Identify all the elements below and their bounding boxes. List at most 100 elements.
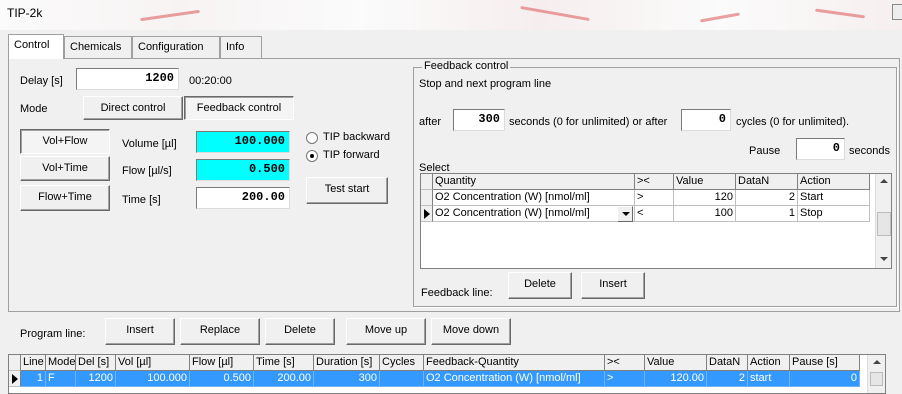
cell-pause[interactable]: 0: [790, 371, 860, 387]
header-flow[interactable]: Flow [µl]: [190, 355, 254, 371]
cell-del[interactable]: 1200: [76, 371, 116, 387]
program-line-label: Program line:: [20, 328, 86, 340]
cell-datan[interactable]: 1: [736, 206, 798, 222]
cycles-text: cycles (0 for unlimited).: [736, 116, 850, 128]
title-decoration: [520, 5, 590, 22]
program-row[interactable]: 1 F 1200 100.000 0.500 200.00 300 O2 Con…: [9, 371, 860, 387]
tab-chemicals[interactable]: Chemicals: [64, 36, 132, 58]
header-del[interactable]: Del [s]: [76, 355, 116, 371]
tab-configuration[interactable]: Configuration: [132, 36, 220, 58]
cell-quantity[interactable]: O2 Concentration (W) [nmol/ml]: [433, 206, 635, 222]
header-value[interactable]: Value: [674, 174, 736, 190]
cell-quantity[interactable]: O2 Concentration (W) [nmol/ml]: [433, 190, 635, 206]
flow-label: Flow [µl/s]: [122, 165, 172, 177]
cell-duration[interactable]: 300: [314, 371, 380, 387]
cell-op[interactable]: <: [635, 206, 674, 222]
feedback-grid[interactable]: Quantity >< Value DataN Action O2 Concen…: [420, 173, 892, 269]
feedback-control-button[interactable]: Feedback control: [184, 96, 294, 120]
delay-input[interactable]: 1200: [76, 68, 179, 90]
tab-info[interactable]: Info: [220, 36, 262, 58]
cell-op[interactable]: >: [605, 371, 645, 387]
test-start-button[interactable]: Test start: [306, 177, 388, 204]
feedback-line-label: Feedback line:: [421, 287, 493, 299]
tip-forward-radio[interactable]: [306, 150, 318, 162]
cell-flow[interactable]: 0.500: [190, 371, 254, 387]
cell-mode[interactable]: F: [46, 371, 76, 387]
feedback-scrollbar[interactable]: [875, 174, 891, 268]
header-op[interactable]: ><: [635, 174, 674, 190]
volume-input[interactable]: 100.000: [196, 131, 290, 153]
after-label: after: [419, 116, 442, 128]
cell-action[interactable]: Start: [798, 190, 870, 206]
header-action[interactable]: Action: [748, 355, 790, 371]
header-pause[interactable]: Pause [s]: [790, 355, 860, 371]
scroll-down-icon[interactable]: [880, 257, 888, 261]
header-value[interactable]: Value: [645, 355, 707, 371]
cell-vol[interactable]: 100.000: [116, 371, 190, 387]
scroll-up-icon[interactable]: [873, 360, 881, 364]
header-line[interactable]: Line: [21, 355, 46, 371]
window-title: TIP-2k: [7, 6, 43, 20]
title-decoration: [140, 9, 200, 22]
program-delete-button[interactable]: Delete: [265, 318, 335, 345]
seconds-text: seconds (0 for unlimited) or after: [509, 116, 668, 128]
cell-value[interactable]: 120.00: [645, 371, 707, 387]
seconds-input[interactable]: 300: [453, 109, 505, 131]
cell-cycles[interactable]: [380, 371, 424, 387]
cell-action[interactable]: Stop: [798, 206, 870, 222]
current-row-arrow-icon: [12, 374, 18, 384]
header-time[interactable]: Time [s]: [254, 355, 314, 371]
time-input[interactable]: 200.00: [196, 187, 290, 209]
feedback-delete-button[interactable]: Delete: [508, 272, 572, 299]
cell-value[interactable]: 100: [674, 206, 736, 222]
pause-input[interactable]: 0: [796, 138, 845, 160]
header-cycles[interactable]: Cycles: [380, 355, 424, 371]
cell-time[interactable]: 200.00: [254, 371, 314, 387]
header-duration[interactable]: Duration [s]: [314, 355, 380, 371]
program-grid[interactable]: Line Mode Del [s] Vol [µl] Flow [µl] Tim…: [8, 354, 886, 394]
flow-input[interactable]: 0.500: [196, 159, 290, 181]
header-action[interactable]: Action: [798, 174, 870, 190]
cell-value[interactable]: 120: [674, 190, 736, 206]
cell-action[interactable]: start: [748, 371, 790, 387]
cell-feedback-quantity[interactable]: O2 Concentration (W) [nmol/ml]: [424, 371, 605, 387]
volume-label: Volume [µl]: [122, 138, 177, 150]
header-op[interactable]: ><: [605, 355, 645, 371]
program-insert-button[interactable]: Insert: [105, 318, 175, 345]
move-up-button[interactable]: Move up: [346, 318, 426, 345]
direct-control-button[interactable]: Direct control: [83, 96, 183, 120]
pause-unit: seconds: [849, 145, 890, 157]
move-down-button[interactable]: Move down: [431, 318, 511, 345]
header-datan[interactable]: DataN: [736, 174, 798, 190]
window-button[interactable]: [892, 4, 902, 20]
title-decoration: [815, 8, 865, 19]
tab-control[interactable]: Control: [8, 34, 64, 59]
header-mode[interactable]: Mode: [46, 355, 76, 371]
cycles-input[interactable]: 0: [681, 109, 731, 131]
cell-line[interactable]: 1: [21, 371, 46, 387]
quantity-dropdown-icon[interactable]: [617, 206, 633, 222]
cell-datan[interactable]: 2: [707, 371, 748, 387]
scroll-up-icon[interactable]: [880, 179, 888, 183]
row-indicator: [9, 355, 21, 371]
header-feedback-quantity[interactable]: Feedback-Quantity: [424, 355, 605, 371]
program-replace-button[interactable]: Replace: [180, 318, 260, 345]
header-quantity[interactable]: Quantity: [433, 174, 635, 190]
vol-flow-button[interactable]: Vol+Flow: [20, 129, 110, 154]
time-label: Time [s]: [122, 194, 161, 206]
header-vol[interactable]: Vol [µl]: [116, 355, 190, 371]
cell-datan[interactable]: 2: [736, 190, 798, 206]
scroll-thumb[interactable]: [877, 212, 891, 236]
title-bar: [0, 0, 902, 30]
title-decoration: [700, 12, 740, 23]
cell-op[interactable]: >: [635, 190, 674, 206]
feedback-group-title: Feedback control: [422, 60, 511, 72]
flow-time-button[interactable]: Flow+Time: [20, 185, 110, 211]
scroll-thumb[interactable]: [870, 372, 883, 386]
delay-time: 00:20:00: [189, 75, 232, 87]
header-datan[interactable]: DataN: [707, 355, 748, 371]
program-scrollbar[interactable]: [867, 355, 885, 393]
vol-time-button[interactable]: Vol+Time: [20, 156, 110, 181]
feedback-insert-button[interactable]: Insert: [581, 272, 645, 299]
tip-backward-radio[interactable]: [306, 132, 318, 144]
